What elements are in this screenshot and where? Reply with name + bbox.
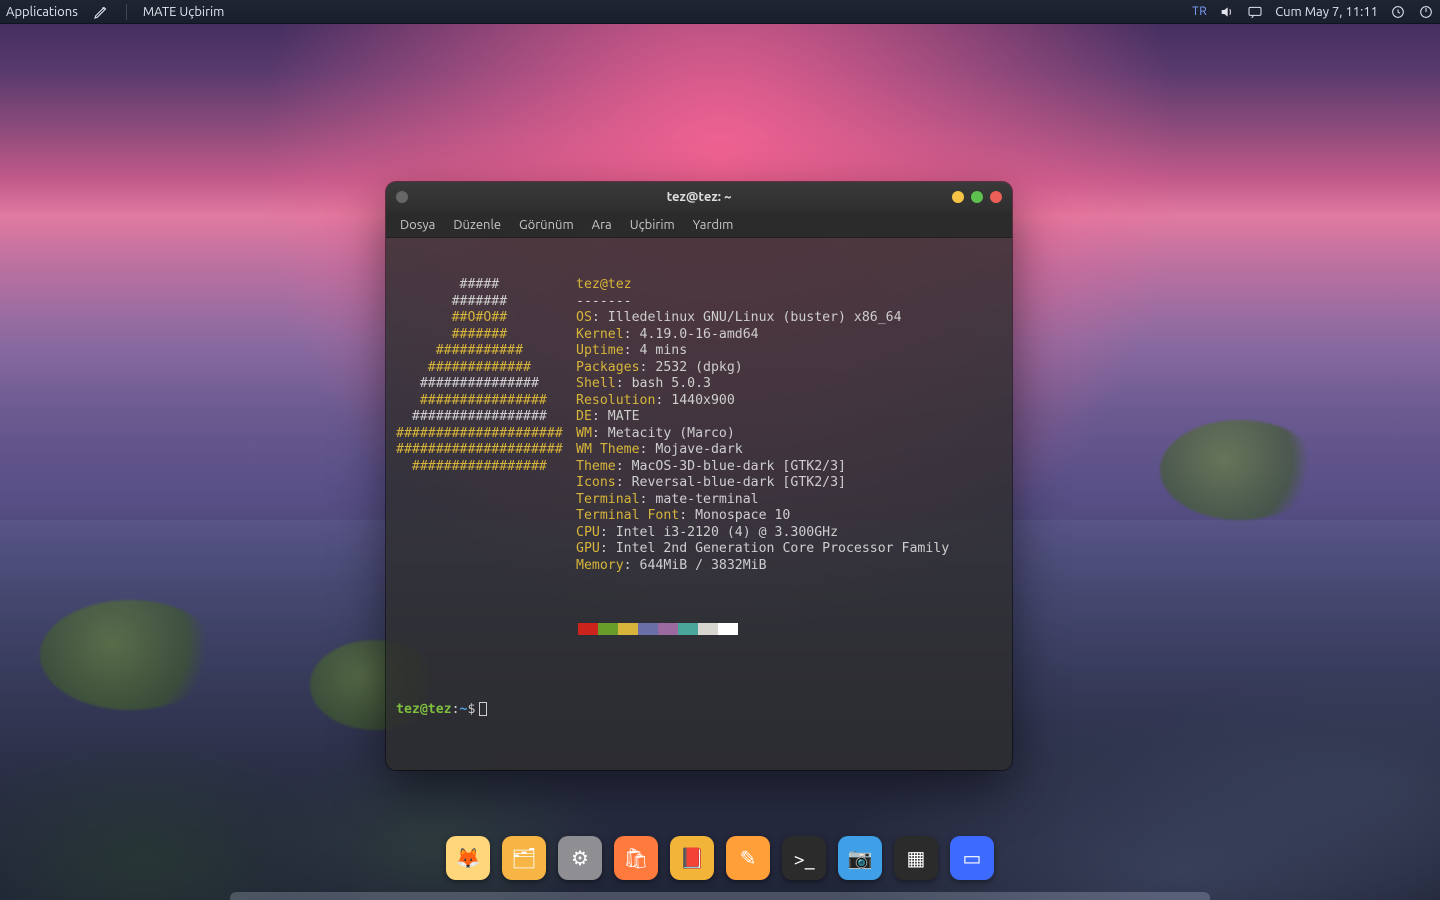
office-icon: ▦ [907, 846, 926, 870]
neofetch-ascii-logo: ##### ####### ##O#O## ####### ##########… [396, 277, 576, 574]
color-swatch [598, 623, 618, 635]
window-controls [952, 191, 1002, 203]
dash-icon: ▭ [963, 846, 982, 870]
dock: 🦊 🗂 ⚙ 🛍 📕 ✎ >_ 📷 ▦ ▭ [434, 830, 1006, 886]
volume-icon[interactable] [1219, 4, 1235, 20]
clock[interactable]: Cum May 7, 11:11 [1275, 5, 1378, 19]
clock-icon[interactable] [1390, 4, 1406, 20]
color-swatch [578, 623, 598, 635]
close-button[interactable] [990, 191, 1002, 203]
pen-icon[interactable] [92, 3, 110, 21]
shell-prompt[interactable]: tez@tez:~$ [396, 702, 1002, 719]
neofetch-system-info: tez@tez ------- OS: Illedelinux GNU/Linu… [576, 277, 1002, 574]
color-swatch [638, 623, 658, 635]
dock-app-notes[interactable]: ✎ [726, 836, 770, 880]
menu-help[interactable]: Yardım [693, 218, 734, 232]
active-window-title[interactable]: MATE Uçbirim [143, 5, 225, 19]
neofetch-color-swatches [578, 623, 1002, 635]
applications-menu[interactable]: Applications [6, 5, 78, 19]
terminal-body[interactable]: ##### ####### ##O#O## ####### ##########… [386, 238, 1012, 770]
cursor [479, 702, 487, 716]
menu-view[interactable]: Görünüm [519, 218, 574, 232]
terminal-title: tez@tez: ~ [667, 190, 732, 204]
top-panel: Applications MATE Uçbirim TR Cum May 7, … [0, 0, 1440, 24]
books-icon: 📕 [680, 846, 705, 870]
dock-app-files[interactable]: 🗂 [502, 836, 546, 880]
prompt-colon: : [452, 702, 460, 717]
terminal-window[interactable]: tez@tez: ~ Dosya Düzenle Görünüm Ara Uçb… [386, 182, 1012, 770]
dock-app-shop[interactable]: 🛍 [614, 836, 658, 880]
menu-file[interactable]: Dosya [400, 218, 435, 232]
window-menu-dot[interactable] [396, 191, 408, 203]
color-swatch [718, 623, 738, 635]
terminal-icon: >_ [793, 847, 814, 870]
color-swatch [698, 623, 718, 635]
color-swatch [618, 623, 638, 635]
dock-reflection-strip [230, 892, 1210, 900]
camera-icon: 📷 [848, 846, 873, 870]
prompt-symbol: $ [467, 702, 475, 717]
dock-app-office[interactable]: ▦ [894, 836, 938, 880]
maximize-button[interactable] [971, 191, 983, 203]
settings-icon: ⚙ [571, 846, 589, 870]
color-swatch [678, 623, 698, 635]
shop-icon: 🛍 [623, 846, 648, 870]
terminal-menubar: Dosya Düzenle Görünüm Ara Uçbirim Yardım [386, 212, 1012, 238]
wallpaper-moss [1160, 420, 1320, 520]
menu-edit[interactable]: Düzenle [453, 218, 501, 232]
dock-app-firefox[interactable]: 🦊 [446, 836, 490, 880]
keyboard-layout-indicator[interactable]: TR [1192, 5, 1207, 18]
power-icon[interactable] [1418, 4, 1434, 20]
terminal-titlebar[interactable]: tez@tez: ~ [386, 182, 1012, 212]
notes-icon: ✎ [740, 846, 757, 870]
prompt-user: tez@tez [396, 702, 452, 717]
neofetch-output: ##### ####### ##O#O## ####### ##########… [396, 277, 1002, 574]
panel-divider [126, 4, 127, 20]
dock-app-camera[interactable]: 📷 [838, 836, 882, 880]
wallpaper-moss [40, 600, 220, 710]
minimize-button[interactable] [952, 191, 964, 203]
files-icon: 🗂 [511, 846, 536, 870]
dock-app-dash[interactable]: ▭ [950, 836, 994, 880]
menu-search[interactable]: Ara [592, 218, 612, 232]
chat-icon[interactable] [1247, 4, 1263, 20]
dock-app-books[interactable]: 📕 [670, 836, 714, 880]
dock-app-settings[interactable]: ⚙ [558, 836, 602, 880]
color-swatch [658, 623, 678, 635]
dock-app-terminal[interactable]: >_ [782, 836, 826, 880]
firefox-icon: 🦊 [456, 846, 481, 870]
menu-terminal[interactable]: Uçbirim [630, 218, 675, 232]
